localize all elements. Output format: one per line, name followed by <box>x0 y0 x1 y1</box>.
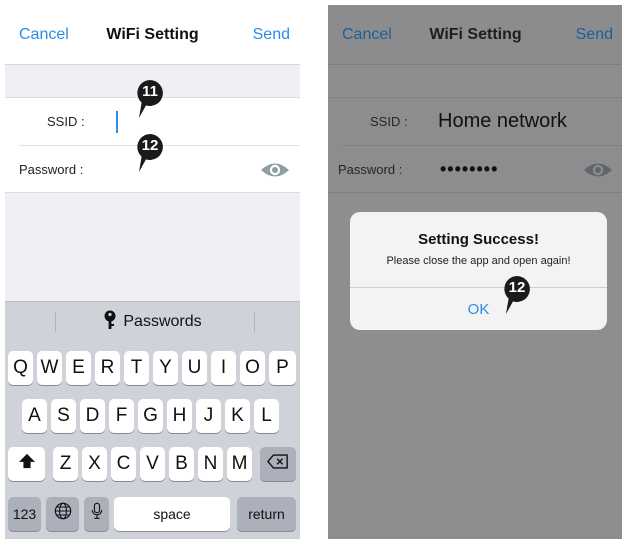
text-cursor <box>116 111 118 133</box>
ssid-label: SSID : <box>47 114 85 129</box>
wifi-setting-screen-success: Cancel WiFi Setting Send SSID : Home net… <box>328 5 622 539</box>
ssid-label: SSID : <box>370 114 408 129</box>
key-q[interactable]: Q <box>8 351 33 385</box>
cancel-button[interactable]: Cancel <box>342 26 392 44</box>
key-y[interactable]: Y <box>153 351 178 385</box>
suggestion-divider <box>254 312 255 332</box>
page-title: WiFi Setting <box>429 25 522 43</box>
key-m[interactable]: M <box>227 447 252 481</box>
key-a[interactable]: A <box>22 399 47 433</box>
key-t[interactable]: T <box>124 351 149 385</box>
dictation-key[interactable] <box>84 497 109 531</box>
key-b[interactable]: B <box>169 447 194 481</box>
key-s[interactable]: S <box>51 399 76 433</box>
suggestion-bar: Passwords <box>5 302 300 342</box>
key-e[interactable]: E <box>66 351 91 385</box>
send-button[interactable]: Send <box>253 26 290 44</box>
dialog-title: Setting Success! <box>418 231 539 248</box>
globe-key[interactable] <box>46 497 79 531</box>
wifi-form: SSID : Home network Password : •••••••• <box>328 97 622 193</box>
step-marker-12: 12 <box>502 274 534 316</box>
ssid-value[interactable]: Home network <box>438 110 567 133</box>
key-o[interactable]: O <box>240 351 265 385</box>
step-marker-11: 11 <box>135 78 167 120</box>
key-z[interactable]: Z <box>53 447 78 481</box>
key-w[interactable]: W <box>37 351 62 385</box>
key-v[interactable]: V <box>140 447 165 481</box>
key-d[interactable]: D <box>80 399 105 433</box>
wifi-setting-screen-keyboard: Cancel WiFi Setting Send SSID : Password… <box>5 5 300 539</box>
nav-bar: Cancel WiFi Setting Send <box>5 5 300 65</box>
key-n[interactable]: N <box>198 447 223 481</box>
eye-icon[interactable] <box>583 160 613 180</box>
return-key[interactable]: return <box>237 497 296 531</box>
ssid-row: SSID : Home network <box>328 98 622 146</box>
nav-bar: Cancel WiFi Setting Send <box>328 5 622 65</box>
space-key[interactable]: space <box>114 497 230 531</box>
eye-icon[interactable] <box>260 160 290 180</box>
onscreen-keyboard: Passwords Q W E R T Y U I O P A S D F G … <box>5 301 300 539</box>
key-u[interactable]: U <box>182 351 207 385</box>
key-f[interactable]: F <box>109 399 134 433</box>
key-i[interactable]: I <box>211 351 236 385</box>
shift-arrow-icon <box>18 453 36 475</box>
numbers-key[interactable]: 123 <box>8 497 41 531</box>
page-title: WiFi Setting <box>106 25 199 43</box>
key-k[interactable]: K <box>225 399 250 433</box>
key-icon <box>103 310 117 335</box>
passwords-suggestion[interactable]: Passwords <box>103 310 202 335</box>
password-label: Password : <box>338 162 403 177</box>
send-button[interactable]: Send <box>576 26 613 44</box>
passwords-label: Passwords <box>123 313 202 330</box>
key-h[interactable]: H <box>167 399 192 433</box>
ok-button[interactable]: OK <box>350 288 607 330</box>
step-marker-12: 12 <box>135 132 167 174</box>
delete-key[interactable] <box>260 447 296 481</box>
key-c[interactable]: C <box>111 447 136 481</box>
microphone-icon <box>91 502 103 526</box>
password-row: Password : •••••••• <box>328 146 622 194</box>
success-dialog: Setting Success! Please close the app an… <box>350 212 607 330</box>
key-r[interactable]: R <box>95 351 120 385</box>
globe-icon <box>54 502 72 526</box>
key-l[interactable]: L <box>254 399 279 433</box>
key-g[interactable]: G <box>138 399 163 433</box>
dialog-message: Please close the app and open again! <box>386 255 571 267</box>
cancel-button[interactable]: Cancel <box>19 26 69 44</box>
suggestion-divider <box>55 312 56 332</box>
key-x[interactable]: X <box>82 447 107 481</box>
key-j[interactable]: J <box>196 399 221 433</box>
password-value[interactable]: •••••••• <box>440 159 498 180</box>
password-label: Password : <box>19 162 84 177</box>
password-input[interactable] <box>113 154 243 186</box>
backspace-icon <box>267 453 289 475</box>
shift-key[interactable] <box>8 447 45 481</box>
key-p[interactable]: P <box>269 351 296 385</box>
